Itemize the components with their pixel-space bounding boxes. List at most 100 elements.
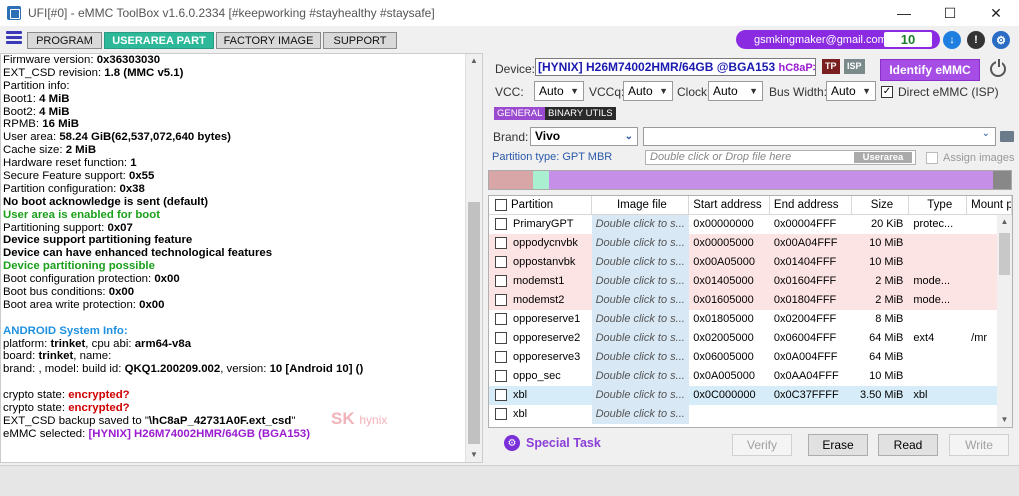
row-checkbox[interactable] [495, 351, 507, 363]
info-icon[interactable]: ! [967, 31, 985, 49]
table-row[interactable]: oppostanvbk Double click to s... 0x00A0500… [489, 253, 1012, 272]
table-row[interactable]: opporeserve1 Double click to s... 0x018050… [489, 310, 1012, 329]
column-header[interactable]: Start address [689, 196, 770, 214]
image-file-cell[interactable]: Double click to s... [591, 367, 690, 386]
row-checkbox[interactable] [495, 370, 507, 382]
brand-select[interactable]: Vivo ⌄ [530, 127, 638, 146]
verify-button[interactable]: Verify [732, 434, 792, 456]
close-button[interactable]: ✕ [973, 0, 1019, 26]
tab-program[interactable]: PROGRAM [27, 32, 102, 49]
column-header[interactable]: Size [852, 196, 910, 214]
download-icon[interactable]: ↓ [943, 31, 961, 49]
partition-table[interactable]: Partition Image file Start address End a… [488, 195, 1013, 428]
maximize-button[interactable]: ☐ [927, 0, 973, 26]
table-cell: 10 MiB [869, 237, 904, 249]
scroll-down-icon[interactable]: ▼ [466, 448, 482, 462]
column-header[interactable]: Mount p [967, 196, 1012, 214]
table-row[interactable]: opporeserve3 Double click to s... 0x060050… [489, 348, 1012, 367]
table-row[interactable]: oppo_sec Double click to s... 0x0A005000 0x… [489, 367, 1012, 386]
log-line: eMMC selected: [HYNIX] H26M74002HMR/64GB… [3, 427, 311, 440]
table-row[interactable]: modemst1 Double click to s... 0x01405000 0x… [489, 272, 1012, 291]
device-field[interactable]: [HYNIX] H26M74002HMR/64GB @BGA153 hC8aP> [535, 58, 816, 76]
row-checkbox[interactable] [495, 332, 507, 344]
log-line: Partition configuration: 0x38 [3, 182, 145, 195]
assign-images-checkbox[interactable] [926, 152, 938, 164]
column-header[interactable]: Type [909, 196, 968, 214]
direct-emmc-checkbox[interactable]: ✓ [881, 86, 893, 98]
tab-factory-image[interactable]: FACTORY IMAGE [216, 32, 321, 49]
isp-badge[interactable]: ISP [844, 59, 865, 74]
image-file-cell[interactable]: Double click to s... [591, 405, 690, 424]
account-pill[interactable]: gsmkingmaker@gmail.com 10 [736, 30, 940, 49]
image-file-cell[interactable]: Double click to s... [591, 215, 690, 234]
menu-icon[interactable] [6, 31, 22, 47]
partition-segment [533, 171, 549, 189]
table-cell: opporeserve2 [489, 329, 592, 348]
erase-button[interactable]: Erase [808, 434, 868, 456]
table-scrollbar[interactable]: ▲ ▼ [997, 215, 1012, 427]
drop-file-field[interactable]: Double click or Drop file here Userarea [645, 150, 916, 165]
row-checkbox[interactable] [495, 256, 507, 268]
table-cell [909, 367, 967, 386]
image-file-cell[interactable]: Double click to s... [591, 234, 690, 253]
firmware-select[interactable]: ⌄ [643, 127, 996, 146]
vcc-select[interactable]: Auto ▼ [534, 81, 584, 101]
row-checkbox[interactable] [495, 389, 507, 401]
image-file-cell[interactable]: Double click to s... [591, 310, 690, 329]
row-checkbox[interactable] [495, 237, 507, 249]
scroll-thumb[interactable] [468, 202, 480, 444]
scroll-thumb[interactable] [999, 233, 1010, 275]
row-checkbox[interactable] [495, 408, 507, 420]
table-row[interactable]: opporeserve2 Double click to s... 0x020050… [489, 329, 1012, 348]
table-cell: oppodycnvbk [489, 234, 592, 253]
read-button[interactable]: Read [878, 434, 938, 456]
folder-icon[interactable] [1000, 131, 1014, 142]
image-file-cell[interactable]: Double click to s... [591, 348, 690, 367]
log-scrollbar[interactable]: ▲ ▼ [465, 54, 482, 462]
image-file-cell[interactable]: Double click to s... [591, 329, 690, 348]
table-row[interactable]: xbl Double click to s... [489, 405, 1012, 424]
write-button[interactable]: Write [949, 434, 1009, 456]
userarea-badge: Userarea [854, 152, 912, 163]
image-file-cell[interactable]: Double click to s... [591, 272, 690, 291]
tab-binary-utils[interactable]: BINARY UTILS [545, 107, 616, 120]
identify-emmc-button[interactable]: Identify eMMC [880, 59, 980, 81]
table-row[interactable]: PrimaryGPT Double click to s... 0x00000000… [489, 215, 1012, 234]
main-toolbar: PROGRAM USERAREA PART FACTORY IMAGE SUPP… [0, 28, 1019, 52]
tab-support[interactable]: SUPPORT [323, 32, 397, 49]
column-header[interactable]: End address [770, 196, 852, 214]
column-header[interactable]: Partition [489, 196, 592, 214]
row-checkbox[interactable] [495, 218, 507, 230]
scroll-up-icon[interactable]: ▲ [997, 215, 1012, 229]
log-line: ANDROID System Info: [3, 324, 128, 337]
clock-select[interactable]: Auto ▼ [708, 81, 763, 101]
bus-width-select[interactable]: Auto ▼ [826, 81, 876, 101]
row-checkbox[interactable] [495, 275, 507, 287]
special-task-button[interactable]: ⚙ Special Task [504, 435, 601, 451]
row-checkbox[interactable] [495, 313, 507, 325]
log-panel[interactable]: Firmware version: 0x36303030 EXT_CSD rev… [0, 53, 483, 463]
image-file-cell[interactable]: Double click to s... [591, 386, 690, 405]
table-cell: 0x0A004FFF [773, 351, 838, 363]
vccq-select[interactable]: Auto ▼ [623, 81, 673, 101]
scroll-up-icon[interactable]: ▲ [466, 54, 482, 68]
vcc-label: VCC: [495, 85, 524, 99]
settings-gear-icon[interactable]: ⚙ [992, 31, 1010, 49]
image-file-cell[interactable]: Double click to s... [591, 253, 690, 272]
table-row[interactable]: modemst2 Double click to s... 0x01605000 0x… [489, 291, 1012, 310]
image-file-cell[interactable]: Double click to s... [591, 291, 690, 310]
table-cell: 10 MiB [869, 370, 904, 382]
partition-map-bar[interactable] [488, 170, 1012, 190]
column-header[interactable]: Image file [592, 196, 690, 214]
power-icon[interactable] [990, 59, 1006, 77]
tab-userarea-part[interactable]: USERAREA PART [104, 32, 214, 49]
table-row[interactable]: oppodycnvbk Double click to s... 0x0000500… [489, 234, 1012, 253]
tab-general[interactable]: GENERAL [494, 107, 546, 120]
table-cell: opporeserve3 [489, 348, 592, 367]
tp-badge[interactable]: TP [822, 59, 840, 74]
scroll-down-icon[interactable]: ▼ [997, 413, 1012, 427]
row-checkbox[interactable] [495, 294, 507, 306]
table-row[interactable]: xbl Double click to s... 0x0C000000 0x0C37F… [489, 386, 1012, 405]
minimize-button[interactable]: — [881, 0, 927, 26]
clock-label: Clock: [677, 85, 711, 99]
